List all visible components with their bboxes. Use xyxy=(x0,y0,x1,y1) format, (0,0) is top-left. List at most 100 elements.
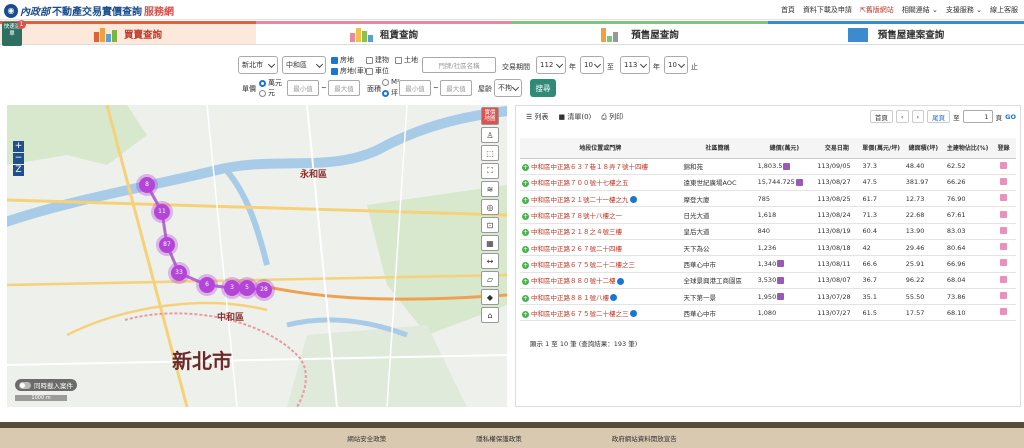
price-unit-yuan-radio[interactable]: 元 xyxy=(259,88,275,98)
print-button[interactable]: ⎙ 列印 xyxy=(601,112,623,122)
measure-icon[interactable]: ⊡ xyxy=(481,217,499,233)
table-row[interactable]: + 中和區中正路８８１號八樓 天下第一景 1,950 113/07/28 35.1 55.5… xyxy=(520,288,1016,306)
tab-rental[interactable]: 租賃查詢 xyxy=(256,21,512,45)
cluster-marker[interactable]: 5 xyxy=(239,280,255,296)
expand-icon[interactable]: + xyxy=(522,180,529,188)
cluster-marker[interactable]: 33 xyxy=(171,265,187,281)
register-icon[interactable] xyxy=(1000,243,1008,251)
cluster-marker[interactable]: 28 xyxy=(256,282,272,298)
note-tag-icon[interactable] xyxy=(783,162,791,170)
polygon-icon[interactable]: ▱ xyxy=(481,271,499,287)
zoom-extent-button[interactable]: Z xyxy=(13,165,24,176)
next-page-button[interactable]: › xyxy=(911,110,925,123)
tab-sales[interactable]: 買賣查詢 xyxy=(0,21,256,45)
register-icon[interactable] xyxy=(1000,259,1008,267)
register-icon[interactable] xyxy=(1000,275,1008,283)
nav-support[interactable]: 支援服務 ⌄ xyxy=(946,5,982,15)
address-cell[interactable]: + 中和區中正路２１８之４號三樓 xyxy=(520,223,681,240)
table-row[interactable]: + 中和區中正路２６７號二十四樓 天下為公 1,236 113/08/18 42 29.46… xyxy=(520,239,1016,257)
table-row[interactable]: + 中和區中正路６７５號二十二樓之三 西華心中市 1,340 113/08/11 66.6… xyxy=(520,255,1016,273)
price-max-input[interactable]: 最大值 xyxy=(328,80,360,96)
expand-icon[interactable]: + xyxy=(522,294,529,302)
cart-button[interactable]: ■ 清單(0) xyxy=(559,112,592,122)
table-row[interactable]: + 中和區中正路７００號十七樓之五 遠東世紀廣場AOC 15,744.725 113/0… xyxy=(520,174,1016,192)
price-min-input[interactable]: 最小值 xyxy=(287,80,319,96)
col-total-price[interactable]: 總價(萬元) xyxy=(754,138,815,159)
address-cell[interactable]: + 中和區中正路６７５號二十二樓之三 xyxy=(520,255,681,273)
select-area-icon[interactable]: ⬚ xyxy=(481,145,499,161)
note-tag-icon[interactable] xyxy=(777,293,785,301)
register-icon[interactable] xyxy=(1000,308,1008,316)
address-cell[interactable]: + 中和區中正路２１號二十一樓之九 xyxy=(520,190,681,208)
area-max-input[interactable]: 最大值 xyxy=(440,80,472,96)
col-unit-price[interactable]: 單價(萬元/坪) xyxy=(859,138,903,159)
type-checkbox-building[interactable]: 建物 xyxy=(366,55,389,65)
footer-open-data-link[interactable]: 政府網站資料開放宣告 xyxy=(612,433,677,443)
search-button[interactable]: 搜尋 xyxy=(530,79,556,97)
info-icon[interactable] xyxy=(616,277,624,285)
type-checkbox-house-land-parking[interactable]: 房地(車) xyxy=(331,66,366,76)
map-view[interactable]: 永和區 中和區 新北市 8 11 87 33 6 3 5 28 + − Z 實價… xyxy=(7,105,507,407)
tab-presale-project[interactable]: 預售屋建案查詢 xyxy=(768,21,1024,45)
info-icon[interactable] xyxy=(610,294,617,302)
footer-security-link[interactable]: 網站安全政策 xyxy=(347,433,386,443)
month-to-select[interactable]: 10 xyxy=(664,56,688,74)
price-unit-wan-radio[interactable]: 萬元 xyxy=(259,78,282,88)
table-row[interactable]: + 中和區中正路６３７巷１８弄７號十四樓 錦和苑 1,803.5 113/09/05 37… xyxy=(520,158,1016,175)
month-from-select[interactable]: 10 xyxy=(580,56,604,74)
note-tag-icon[interactable] xyxy=(777,260,785,268)
footer-privacy-link[interactable]: 隱私權保護政策 xyxy=(476,433,522,443)
register-icon[interactable] xyxy=(1000,194,1008,202)
expand-icon[interactable]: + xyxy=(522,164,529,172)
first-page-button[interactable]: 首頁 xyxy=(869,110,893,123)
col-main-ratio[interactable]: 主建物佔比(%) xyxy=(943,138,992,159)
expand-icon[interactable]: + xyxy=(522,261,529,269)
district-select[interactable]: 中和區 xyxy=(282,56,326,74)
address-cell[interactable]: + 中和區中正路７００號十七樓之五 xyxy=(520,174,681,192)
city-select[interactable]: 新北市 xyxy=(238,56,278,74)
expand-icon[interactable]: + xyxy=(522,278,529,286)
cluster-marker[interactable]: 3 xyxy=(224,280,240,296)
area-unit-ping-radio[interactable]: 坪 xyxy=(382,88,398,98)
last-page-button[interactable]: 尾頁 xyxy=(927,110,951,123)
table-row[interactable]: + 中和區中正路２１號二十一樓之九 摩登大廈 785 113/08/25 61.7 12.7… xyxy=(520,190,1016,208)
quick-menu-button[interactable]: 快速選單 1 xyxy=(2,20,26,46)
expand-icon[interactable]: + xyxy=(522,310,529,318)
prev-page-button[interactable]: ‹ xyxy=(895,110,909,123)
col-community[interactable]: 社區簡稱 xyxy=(680,138,755,159)
type-checkbox-land[interactable]: 土地 xyxy=(395,55,418,65)
fullscreen-icon[interactable]: ⛶ xyxy=(481,163,499,179)
age-select[interactable]: 不拘 xyxy=(494,79,522,97)
table-row[interactable]: + 中和區中正路７８號十八樓之一 日光大道 1,618 113/08/24 71.3 22.… xyxy=(520,206,1016,224)
address-cell[interactable]: + 中和區中正路２６７號二十四樓 xyxy=(520,239,681,257)
nav-old-site[interactable]: ⇱舊版網站 xyxy=(860,5,894,15)
distance-icon[interactable]: ↔ xyxy=(481,253,499,269)
cluster-marker[interactable]: 6 xyxy=(199,277,215,293)
eraser-icon[interactable]: ◆ xyxy=(481,289,499,305)
table-row[interactable]: + 中和區中正路８８０號十二樓 全球景興港工商園區 3,530 113/08/07 36.… xyxy=(520,272,1016,289)
list-view-button[interactable]: ☰ 列表 xyxy=(526,112,549,122)
page-input[interactable]: 1 xyxy=(962,110,993,123)
info-icon[interactable] xyxy=(629,196,637,204)
address-cell[interactable]: + 中和區中正路６７５號二十樓之三 xyxy=(520,304,681,322)
ruler-icon[interactable]: ▦ xyxy=(481,235,499,251)
expand-icon[interactable]: + xyxy=(522,245,529,253)
area-min-input[interactable]: 最小值 xyxy=(399,80,431,96)
type-checkbox-house-land[interactable]: 房地 xyxy=(331,55,354,65)
zoom-in-button[interactable]: + xyxy=(13,141,24,152)
layers-icon[interactable]: ≋ xyxy=(481,181,499,197)
note-tag-icon[interactable] xyxy=(795,178,803,186)
nav-online-service[interactable]: 線上客服 xyxy=(990,5,1018,15)
address-cell[interactable]: + 中和區中正路８８０號十二樓 xyxy=(520,272,681,289)
info-icon[interactable] xyxy=(629,310,637,318)
tab-presale[interactable]: 預售屋查詢 xyxy=(512,21,768,45)
register-icon[interactable] xyxy=(1000,177,1008,185)
note-tag-icon[interactable] xyxy=(777,276,785,284)
year-from-select[interactable]: 112 xyxy=(536,56,566,74)
address-cell[interactable]: + 中和區中正路７８號十八樓之一 xyxy=(520,206,681,224)
nav-links[interactable]: 相關連結 ⌄ xyxy=(902,5,938,15)
nav-download[interactable]: 資料下載及申請 xyxy=(803,5,852,15)
locate-icon[interactable]: ◎ xyxy=(481,199,499,215)
register-icon[interactable] xyxy=(1000,210,1008,218)
register-icon[interactable] xyxy=(1000,292,1008,300)
